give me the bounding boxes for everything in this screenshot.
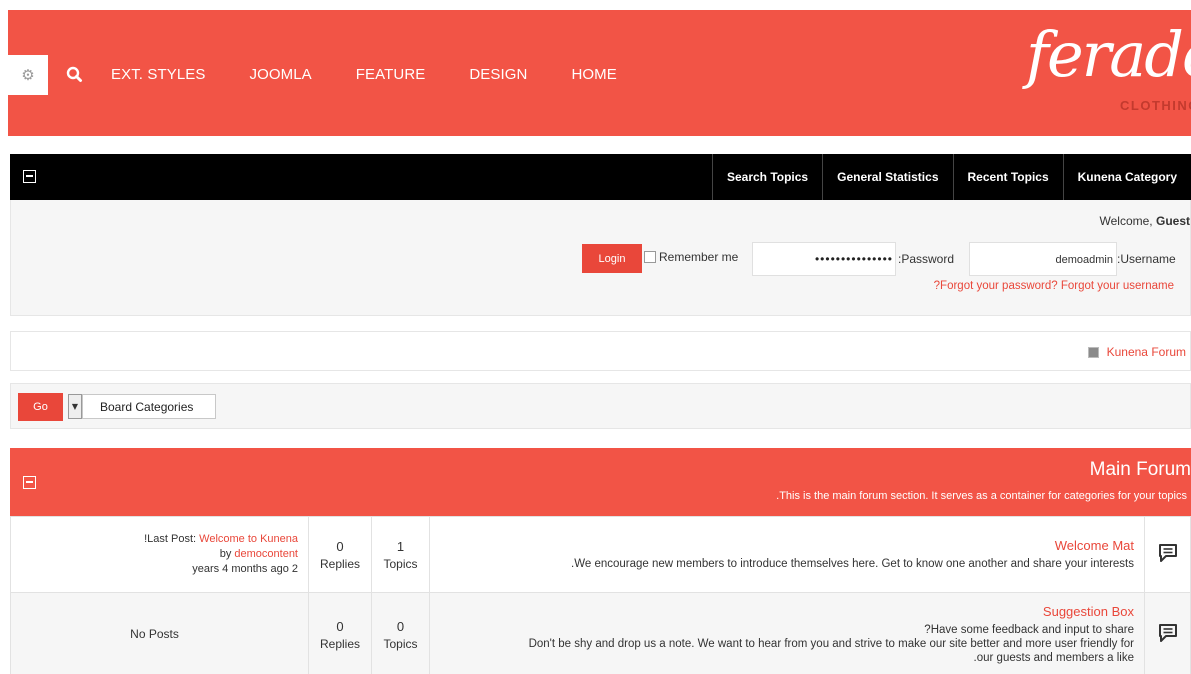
site-header: ⚙ EXT. STYLES JOOMLA FEATURE DESIGN HOME… [8, 10, 1191, 136]
welcome-user: Guest [1155, 214, 1190, 228]
comment-icon[interactable] [1157, 542, 1179, 564]
username-field[interactable]: demoadmin [969, 242, 1117, 276]
category-cell: Suggestion Box ?Have some feedback and i… [429, 592, 1145, 674]
nav-item-joomla[interactable]: JOOMLA [249, 66, 311, 83]
password-field[interactable]: ••••••••••••••• [752, 242, 896, 276]
nav-item-feature[interactable]: FEATURE [356, 66, 426, 83]
replies-label: Replies [319, 556, 361, 571]
category-description: .We encourage new members to introduce t… [571, 557, 1134, 570]
category-table: !Last Post: Welcome to Kunena by democon… [10, 516, 1191, 674]
topics-label: Topics [383, 556, 418, 571]
nav-item-ext-styles[interactable]: EXT. STYLES [111, 66, 205, 83]
search-icon[interactable] [62, 62, 88, 88]
comment-icon[interactable] [1157, 622, 1179, 644]
collapse-icon[interactable] [23, 170, 36, 183]
topics-label: Topics [383, 636, 418, 651]
logo-subtext: CLOTHING [1120, 98, 1191, 113]
category-icon-cell [1144, 516, 1191, 593]
no-posts-text: No Posts [130, 627, 179, 641]
forum-toolbar: Search Topics General Statistics Recent … [10, 154, 1191, 200]
replies-label: Replies [319, 636, 361, 651]
replies-cell: 0 Replies [308, 516, 372, 593]
category-description-line: .our guests and members a like [973, 651, 1134, 664]
toolbar-kunena-category[interactable]: Kunena Category [1062, 154, 1191, 200]
toolbar-recent-topics[interactable]: Recent Topics [952, 154, 1063, 200]
last-post-cell: !Last Post: Welcome to Kunena by democon… [10, 516, 309, 593]
author-link[interactable]: democontent [234, 548, 298, 560]
gear-icon: ⚙ [21, 66, 35, 84]
welcome-text: Welcome, Guest [1099, 214, 1190, 228]
nav-item-design[interactable]: DESIGN [469, 66, 527, 83]
main-nav: EXT. STYLES JOOMLA FEATURE DESIGN HOME [111, 66, 661, 83]
table-row: No Posts 0 Replies 0 Topics Suggestion B… [10, 592, 1191, 674]
toolbar-menu: Search Topics General Statistics Recent … [711, 154, 1191, 200]
post-time: years 4 months ago 2 [192, 563, 298, 575]
topics-count: 0 [396, 618, 405, 634]
username-label: :Username [1117, 252, 1176, 266]
category-title[interactable]: Welcome Mat [430, 538, 1134, 553]
breadcrumb-label[interactable]: Kunena Forum [1107, 345, 1186, 359]
topics-count: 1 [396, 538, 405, 554]
category-cell: Welcome Mat .We encourage new members to… [429, 516, 1145, 593]
remember-checkbox[interactable] [644, 251, 656, 263]
chevron-down-icon[interactable]: ▼ [68, 394, 82, 419]
remember-me[interactable]: Remember me [644, 250, 738, 264]
nav-item-home[interactable]: HOME [571, 66, 616, 83]
remember-label: Remember me [659, 250, 739, 264]
category-jump: Go ▼ Board Categories [10, 383, 1191, 429]
replies-cell: 0 Replies [308, 592, 372, 674]
password-label: :Password [898, 252, 955, 266]
forum-section-header: Main Forum .This is the main forum secti… [10, 448, 1191, 516]
category-icon-cell [1144, 592, 1191, 674]
category-description-line: ?Have some feedback and input to share [924, 623, 1134, 636]
login-panel: Welcome, Guest Login Remember me •••••••… [10, 200, 1191, 316]
toolbar-general-statistics[interactable]: General Statistics [822, 154, 952, 200]
topics-cell: 0 Topics [371, 592, 430, 674]
replies-count: 0 [336, 618, 344, 634]
logo-text: ferado [1026, 18, 1191, 91]
login-button[interactable]: Login [582, 244, 642, 273]
collapse-icon[interactable] [23, 476, 36, 489]
category-description-line: Don't be shy and drop us a note. We want… [528, 637, 1134, 650]
table-row: !Last Post: Welcome to Kunena by democon… [10, 516, 1191, 593]
go-button[interactable]: Go [18, 393, 63, 421]
forum-description: .This is the main forum section. It serv… [776, 490, 1187, 502]
forum-title[interactable]: Main Forum [1090, 459, 1191, 481]
topics-cell: 1 Topics [371, 516, 430, 593]
category-title[interactable]: Suggestion Box [430, 604, 1134, 619]
last-post-link[interactable]: Welcome to Kunena [199, 533, 298, 545]
forgot-credentials-link[interactable]: ?Forgot your password? Forgot your usern… [934, 280, 1174, 292]
toolbar-search-topics[interactable]: Search Topics [711, 154, 822, 200]
site-logo[interactable]: ferado CLOTHING [1018, 18, 1191, 130]
category-select[interactable]: Board Categories [82, 394, 216, 419]
last-post-cell: No Posts [10, 592, 309, 674]
replies-count: 0 [336, 538, 344, 554]
breadcrumb-item[interactable]: Kunena Forum [1087, 345, 1186, 359]
breadcrumb: Kunena Forum [10, 331, 1191, 371]
settings-button[interactable]: ⚙ [8, 55, 48, 95]
home-icon [1087, 346, 1099, 358]
